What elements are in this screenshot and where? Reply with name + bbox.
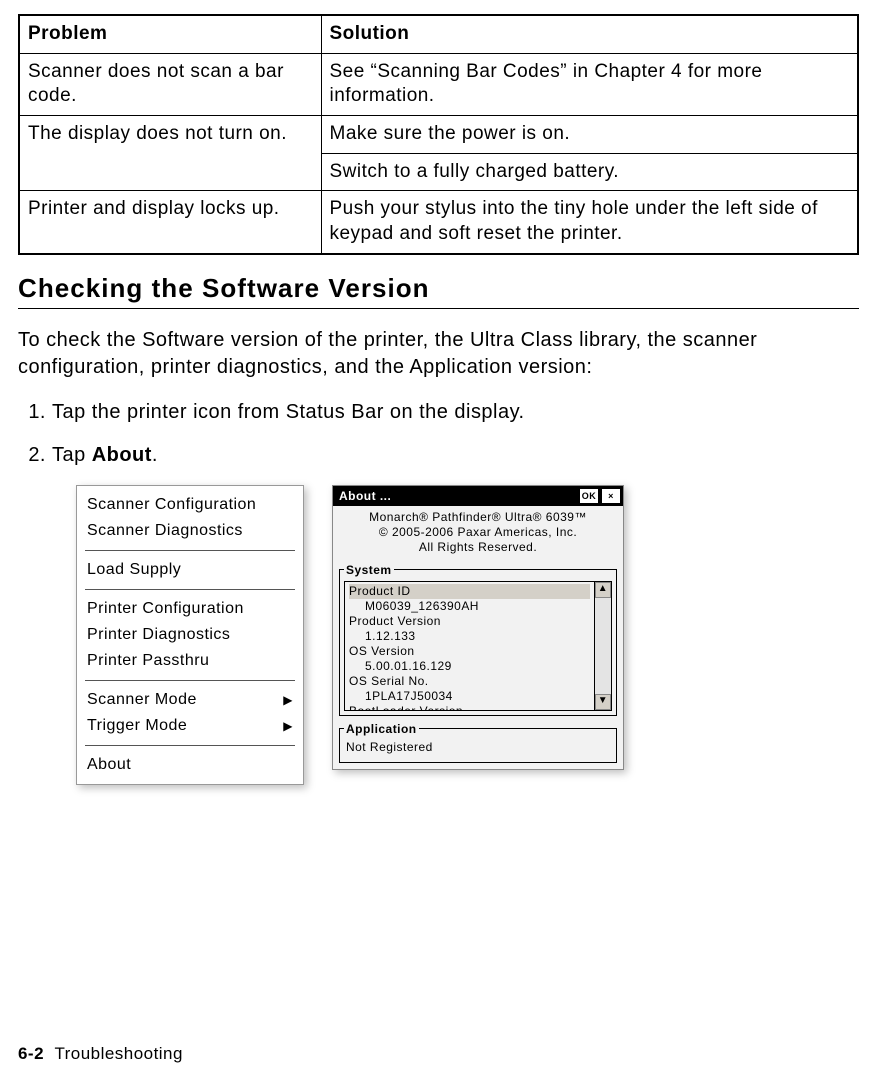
table-cell: Printer and display locks up. bbox=[19, 191, 321, 254]
col-solution: Solution bbox=[321, 15, 858, 53]
system-group: System Product IDM06039_126390AHProduct … bbox=[339, 563, 617, 716]
about-dialog: About ... OK × Monarch® Pathfinder® Ultr… bbox=[332, 485, 624, 770]
troubleshooting-table: Problem Solution Scanner does not scan a… bbox=[18, 14, 859, 255]
page-number: 6-2 bbox=[18, 1044, 44, 1063]
ok-button[interactable]: OK bbox=[579, 488, 599, 504]
table-cell: The display does not turn on. bbox=[19, 116, 321, 191]
application-group: Application Not Registered bbox=[339, 722, 617, 763]
system-legend: System bbox=[344, 563, 394, 577]
about-titlebar: About ... OK × bbox=[333, 486, 623, 506]
close-icon[interactable]: × bbox=[601, 488, 621, 504]
menu-item-trigger-mode[interactable]: Trigger Mode ▶ bbox=[77, 713, 303, 739]
system-row[interactable]: Product Version bbox=[349, 614, 590, 629]
about-header-line: All Rights Reserved. bbox=[339, 540, 617, 555]
menu-label: Printer Diagnostics bbox=[87, 626, 230, 644]
menu-label: Scanner Diagnostics bbox=[87, 522, 243, 540]
system-row[interactable]: OS Version bbox=[349, 644, 590, 659]
application-legend: Application bbox=[344, 722, 419, 736]
system-row[interactable]: 5.00.01.16.129 bbox=[349, 659, 590, 674]
section-rule bbox=[18, 308, 859, 309]
menu-item-printer-passthru[interactable]: Printer Passthru bbox=[77, 648, 303, 674]
menu-item-scanner-diagnostics[interactable]: Scanner Diagnostics bbox=[77, 518, 303, 544]
menu-item-scanner-mode[interactable]: Scanner Mode ▶ bbox=[77, 687, 303, 713]
scrollbar[interactable]: ▲ ▼ bbox=[594, 582, 611, 710]
scroll-up-icon[interactable]: ▲ bbox=[595, 582, 611, 598]
step-text: Tap the printer icon from Status Bar on … bbox=[52, 401, 525, 423]
chevron-right-icon: ▶ bbox=[283, 693, 293, 707]
about-header-line: © 2005-2006 Paxar Americas, Inc. bbox=[339, 525, 617, 540]
steps-list: Tap the printer icon from Status Bar on … bbox=[18, 399, 859, 469]
step-2: Tap About. bbox=[52, 442, 859, 469]
about-title: About ... bbox=[339, 489, 391, 503]
menu-item-printer-diagnostics[interactable]: Printer Diagnostics bbox=[77, 622, 303, 648]
printer-context-menu: Scanner Configuration Scanner Diagnostic… bbox=[76, 485, 304, 785]
table-cell: See “Scanning Bar Codes” in Chapter 4 fo… bbox=[321, 53, 858, 115]
system-row[interactable]: 1PLA17J50034 bbox=[349, 689, 590, 704]
table-cell: Push your stylus into the tiny hole unde… bbox=[321, 191, 858, 254]
table-cell: Scanner does not scan a bar code. bbox=[19, 53, 321, 115]
system-row[interactable]: M06039_126390AH bbox=[349, 599, 590, 614]
about-header-line: Monarch® Pathfinder® Ultra® 6039™ bbox=[339, 510, 617, 525]
menu-label: Trigger Mode bbox=[87, 717, 187, 735]
menu-item-load-supply[interactable]: Load Supply bbox=[77, 557, 303, 583]
system-row[interactable]: OS Serial No. bbox=[349, 674, 590, 689]
system-row[interactable]: 1.12.133 bbox=[349, 629, 590, 644]
scroll-down-icon[interactable]: ▼ bbox=[595, 694, 611, 710]
system-listbox[interactable]: Product IDM06039_126390AHProduct Version… bbox=[344, 581, 612, 711]
application-value: Not Registered bbox=[340, 736, 616, 762]
screenshot-row: Scanner Configuration Scanner Diagnostic… bbox=[76, 485, 859, 785]
menu-label: Printer Passthru bbox=[87, 652, 209, 670]
step-1: Tap the printer icon from Status Bar on … bbox=[52, 399, 859, 426]
menu-item-scanner-configuration[interactable]: Scanner Configuration bbox=[77, 492, 303, 518]
menu-label: Printer Configuration bbox=[87, 600, 244, 618]
intro-paragraph: To check the Software version of the pri… bbox=[18, 327, 859, 381]
system-list-content: Product IDM06039_126390AHProduct Version… bbox=[345, 582, 594, 710]
col-problem: Problem bbox=[19, 15, 321, 53]
page-footer: 6-2 Troubleshooting bbox=[18, 1044, 183, 1064]
footer-label: Troubleshooting bbox=[54, 1044, 182, 1063]
table-cell: Switch to a fully charged battery. bbox=[321, 153, 858, 191]
section-heading: Checking the Software Version bbox=[18, 273, 859, 304]
menu-label: Load Supply bbox=[87, 561, 181, 579]
menu-label: About bbox=[87, 756, 131, 774]
system-row[interactable]: Product ID bbox=[349, 584, 590, 599]
chevron-right-icon: ▶ bbox=[283, 719, 293, 733]
menu-item-about[interactable]: About bbox=[77, 752, 303, 778]
menu-label: Scanner Configuration bbox=[87, 496, 256, 514]
menu-label: Scanner Mode bbox=[87, 691, 197, 709]
system-row[interactable]: BootLoader Version bbox=[349, 704, 590, 710]
table-cell: Make sure the power is on. bbox=[321, 116, 858, 154]
menu-item-printer-configuration[interactable]: Printer Configuration bbox=[77, 596, 303, 622]
step-bold: About bbox=[92, 444, 152, 466]
about-header: Monarch® Pathfinder® Ultra® 6039™ © 2005… bbox=[333, 506, 623, 561]
